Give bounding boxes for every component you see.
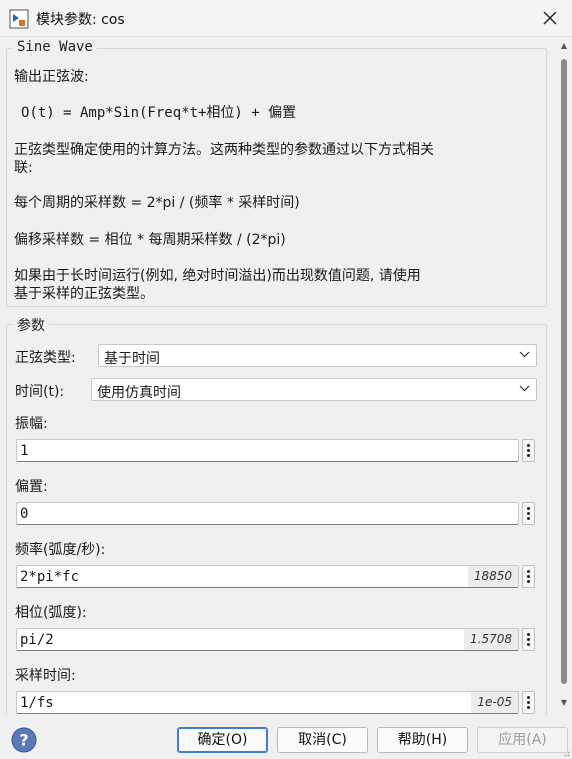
description-line: 每个周期的采样数 = 2*pi / (频率 * 采样时间) [14, 195, 300, 211]
time-dropdown[interactable]: 使用仿真时间 [91, 378, 537, 401]
dialog-footer: ? 确定(O) 取消(C) 帮助(H) 应用(A) [0, 715, 572, 759]
description-line: 输出正弦波: [14, 69, 89, 85]
sine-type-value: 基于时间 [104, 351, 160, 367]
frequency-options-button[interactable] [522, 565, 535, 588]
phase-evaluated-value: 1.5708 [464, 629, 518, 650]
ok-button[interactable]: 确定(O) [177, 727, 268, 753]
chevron-down-icon [519, 385, 530, 392]
description-formula: O(t) = Amp*Sin(Freq*t+相位) + 偏置 [21, 105, 297, 121]
scroll-down-icon[interactable]: ▼ [560, 699, 568, 707]
phase-input[interactable]: pi/2 1.5708 [16, 628, 519, 651]
sample-time-options-button[interactable] [522, 691, 535, 714]
frequency-evaluated-value: 18850 [467, 566, 518, 587]
scroll-up-icon[interactable]: ▲ [560, 42, 568, 50]
sample-time-evaluated-value: 1e-05 [471, 692, 518, 713]
chevron-down-icon [519, 351, 530, 358]
sample-time-label: 采样时间: [15, 668, 76, 684]
title-bar: 模块参数: cos [0, 0, 572, 37]
svg-text:?: ? [19, 731, 28, 750]
phase-label: 相位(弧度): [15, 605, 87, 621]
window-title: 模块参数: cos [36, 12, 125, 28]
phase-value: pi/2 [20, 632, 54, 648]
time-label: 时间(t): [15, 384, 65, 400]
parameters-title: 参数 [13, 315, 49, 335]
sample-time-value: 1/fs [20, 695, 54, 711]
close-icon [543, 11, 557, 25]
amplitude-input[interactable]: 1 [16, 439, 519, 462]
sample-time-input[interactable]: 1/fs 1e-05 [16, 691, 519, 714]
close-button[interactable] [536, 4, 564, 32]
time-value: 使用仿真时间 [97, 385, 181, 401]
resize-grip-icon[interactable] [562, 749, 570, 757]
description-line: 基于采样的正弦类型。 [14, 286, 154, 302]
bias-options-button[interactable] [522, 502, 535, 525]
amplitude-label: 振幅: [15, 416, 48, 432]
description-group: Sine Wave 输出正弦波: O(t) = Amp*Sin(Freq*t+相… [6, 39, 547, 307]
dialog-content[interactable]: Sine Wave 输出正弦波: O(t) = Amp*Sin(Freq*t+相… [0, 37, 556, 715]
frequency-value: 2*pi*fc [20, 569, 80, 585]
frequency-input[interactable]: 2*pi*fc 18850 [16, 565, 519, 588]
sine-type-dropdown[interactable]: 基于时间 [98, 344, 537, 367]
bias-value: 0 [20, 506, 29, 522]
description-line: 如果由于长时间运行(例如, 绝对时间溢出)而出现数值问题, 请使用 [14, 268, 421, 284]
amplitude-options-button[interactable] [522, 439, 535, 462]
help-button[interactable]: 帮助(H) [377, 727, 468, 753]
vertical-scrollbar[interactable]: ▲ ▼ [556, 37, 572, 715]
description-line: 正弦类型确定使用的计算方法。这两种类型的参数通过以下方式相关 [14, 142, 434, 158]
amplitude-value: 1 [20, 443, 29, 459]
description-line: 偏移采样数 = 相位 * 每周期采样数 / (2*pi) [14, 232, 286, 248]
help-icon[interactable]: ? [11, 727, 37, 753]
phase-options-button[interactable] [522, 628, 535, 651]
description-line: 联: [14, 160, 33, 176]
bias-input[interactable]: 0 [16, 502, 519, 525]
bias-label: 偏置: [15, 479, 48, 495]
apply-button[interactable]: 应用(A) [477, 727, 568, 753]
cancel-button[interactable]: 取消(C) [277, 727, 368, 753]
simulink-block-icon [9, 9, 29, 29]
sine-type-label: 正弦类型: [15, 350, 76, 366]
block-type-title: Sine Wave [13, 39, 97, 55]
frequency-label: 频率(弧度/秒): [15, 542, 106, 558]
scrollbar-thumb[interactable] [561, 59, 567, 684]
